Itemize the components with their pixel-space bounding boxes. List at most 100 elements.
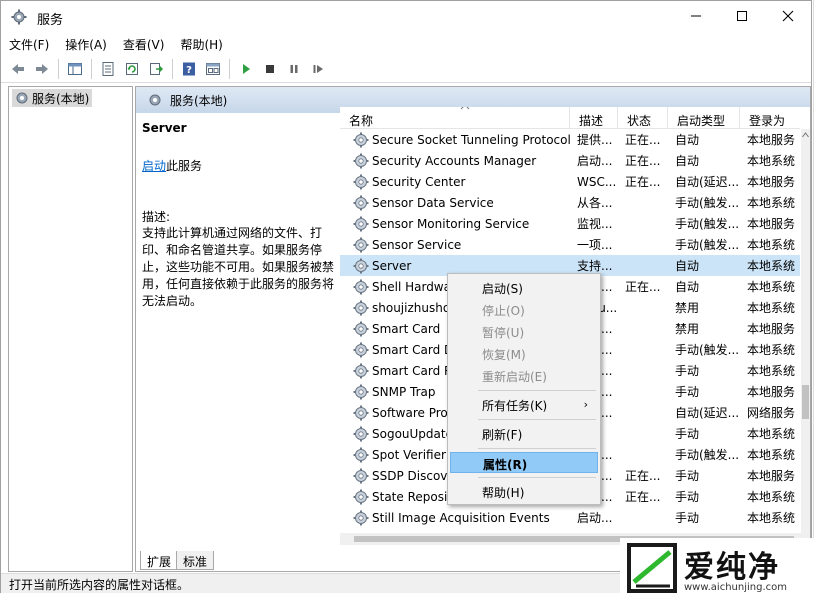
vertical-scrollbar[interactable] [801,129,810,549]
ctx-refresh[interactable]: 刷新(F) [450,423,598,444]
column-status[interactable]: 状态 [618,107,668,129]
services-gear-icon [11,9,27,25]
forward-button[interactable] [31,58,53,80]
column-name[interactable]: 名称 [340,107,570,129]
refresh-toolbar-button[interactable] [121,58,143,80]
watermark-url: www.aichunjing.com [684,582,787,593]
service-logon-cell: 本地系统 [747,364,796,378]
table-row[interactable]: Security Center WSC... 正在... 自动(延迟... 本地服务 [340,171,800,192]
service-name: Sensor Monitoring Service [372,216,530,231]
mmc-view-icon [206,62,220,75]
service-startup-cell: 手动(触发... [675,196,740,210]
service-status-cell: 正在... [625,133,661,147]
ctx-separator [478,477,596,478]
service-name: Sensor Data Service [372,195,494,210]
service-gear-icon [353,153,369,168]
service-gear-icon [353,258,369,273]
service-logon-cell: 本地服务 [747,385,796,399]
table-row[interactable]: Secure Socket Tunneling Protocol... 提供...… [340,129,800,150]
description-text: 支持此计算机通过网络的文件、打印、和命名管道共享。如果服务停止，这些功能不可用。… [142,226,335,308]
properties-toolbar-button[interactable] [97,58,119,80]
column-log-on-as[interactable]: 登录为 [740,107,800,129]
ctx-pause: 暂停(U) [482,326,525,340]
service-startup-cell: 手动 [675,427,700,441]
service-name: Still Image Acquisition Events [372,510,550,525]
stop-service-button[interactable] [259,58,281,80]
service-logon-cell: 本地系统 [747,301,796,315]
column-startup-type[interactable]: 启动类型 [668,107,740,129]
service-gear-icon [353,132,369,147]
service-status-cell: 正在... [625,280,661,294]
scroll-up-icon[interactable] [802,131,809,139]
ctx-help[interactable]: 帮助(H) [450,481,598,502]
play-icon [243,63,250,74]
watermark-logo-icon [627,543,677,593]
table-row[interactable]: Sensor Monitoring Service 监视... 手动(触发... 本地… [340,213,800,234]
service-logon-cell: 本地系统 [747,427,796,441]
table-row[interactable]: Sensor Data Service 从各... 手动(触发... 本地系统 [340,192,800,213]
service-name-cell: Sensor Monitoring Service [340,216,570,232]
ctx-properties[interactable]: 属性(R) [450,452,598,473]
service-description-cell: 从各... [577,196,613,210]
service-gear-icon [353,468,369,483]
service-name-cell: Still Image Acquisition Events [340,510,570,526]
description-label: 描述: [142,210,171,224]
service-description-cell: 监视... [577,217,613,231]
pause-service-button[interactable] [283,58,305,80]
menu-help[interactable]: 帮助(H) [172,34,230,54]
console-tree-icon [68,62,82,75]
table-row[interactable]: Sensor Service 一项... 手动(触发... 本地系统 [340,234,800,255]
service-logon-cell: 本地系统 [747,154,796,168]
service-name: Security Accounts Manager [372,153,537,168]
start-service-button[interactable] [235,58,257,80]
tree-item-services-local[interactable]: 服务(本地) [12,89,93,107]
export-list-button[interactable] [145,58,167,80]
help-toolbar-button[interactable]: ? [178,58,200,80]
service-name-cell: Security Center [340,174,570,190]
start-service-suffix: 此服务 [166,159,203,173]
tab-extended[interactable]: 扩展 [140,551,179,570]
menu-file[interactable]: 文件(F) [1,34,57,54]
service-startup-cell: 手动 [675,511,700,525]
menu-bar: 文件(F) 操作(A) 查看(V) 帮助(H) [1,34,811,54]
service-startup-cell: 自动 [675,154,700,168]
service-logon-cell: 本地系统 [747,343,796,357]
ctx-all-tasks[interactable]: 所有任务(K) › [450,394,598,415]
tab-standard[interactable]: 标准 [176,551,215,570]
console-tree: 服务(本地) [8,86,133,572]
ctx-start[interactable]: 启动(S) [450,277,598,298]
service-startup-cell: 手动 [675,490,700,504]
watermark: 爱纯净 www.aichunjing.com [620,538,820,600]
service-gear-icon [353,195,369,210]
services-gear-icon [16,92,28,104]
table-row[interactable]: Security Accounts Manager 启动... 正在... 自动 本地系… [340,150,800,171]
service-startup-cell: 禁用 [675,301,700,315]
service-logon-cell: 本地系统 [747,259,796,273]
background-window-edge [813,0,820,600]
column-description[interactable]: 描述 [570,107,618,129]
maximize-button[interactable] [719,1,765,31]
back-button[interactable] [7,58,29,80]
service-name: shoujizhushou [372,300,458,315]
service-gear-icon [353,279,369,294]
forward-arrow-icon [36,63,48,74]
start-service-link[interactable]: 启动 [142,159,166,173]
menu-view[interactable]: 查看(V) [115,34,173,54]
show-tree-button[interactable] [64,58,86,80]
resume-service-button[interactable] [307,58,329,80]
minimize-button[interactable] [673,1,719,31]
service-name: Secure Socket Tunneling Protocol... [372,132,570,147]
close-button[interactable] [765,1,811,31]
service-name: SogouUpdate [372,426,453,441]
title-bar[interactable]: 服务 [1,1,811,33]
service-description-cell: 启动... [577,511,613,525]
mmc-view-button[interactable] [202,58,224,80]
table-row[interactable]: Still Image Acquisition Events 启动... 手动 本地系… [340,507,800,528]
service-startup-cell: 手动(触发... [675,448,740,462]
help-icon: ? [183,62,195,76]
menu-action[interactable]: 操作(A) [57,34,115,54]
vertical-scroll-thumb[interactable] [802,385,809,419]
service-gear-icon [353,510,369,525]
service-logon-cell: 本地系统 [747,490,796,504]
service-status-cell: 正在... [625,490,661,504]
